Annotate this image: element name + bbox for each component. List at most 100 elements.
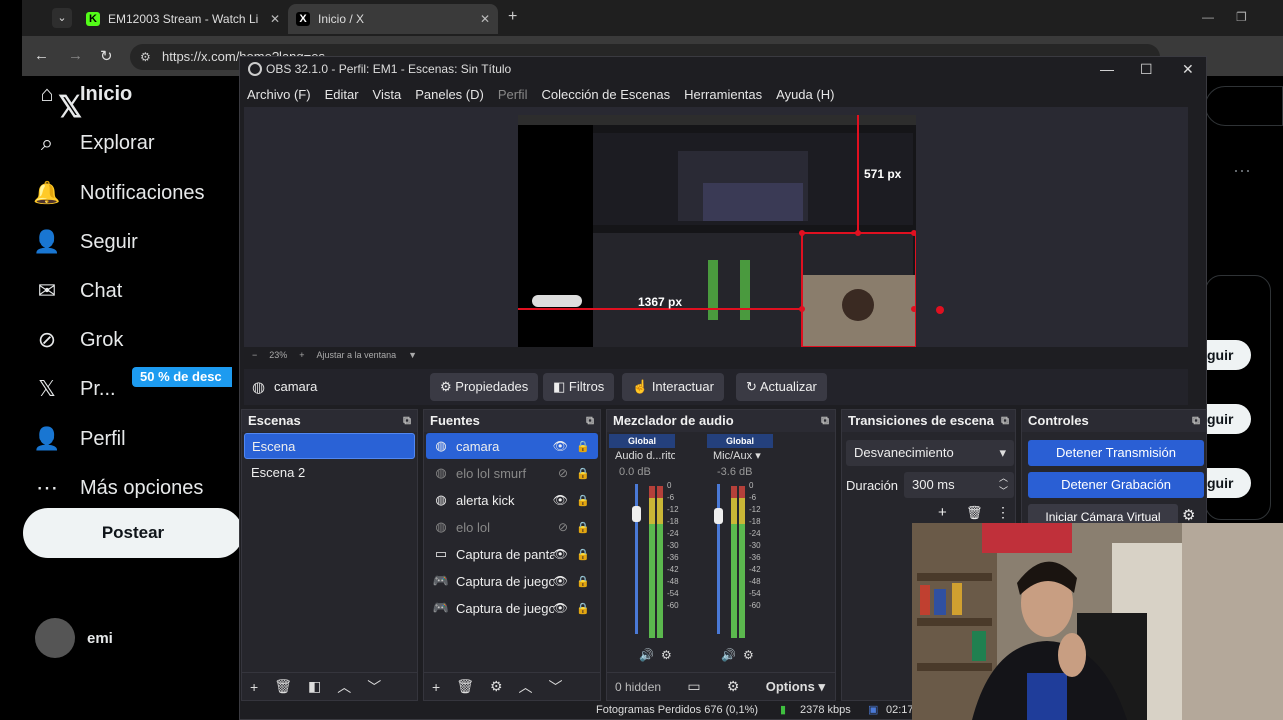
undock-icon[interactable]: ⧉ — [586, 410, 594, 432]
resize-handle[interactable] — [936, 306, 944, 314]
menu-paneles[interactable]: Paneles (D) — [415, 87, 484, 102]
undock-icon[interactable]: ⧉ — [1001, 410, 1009, 432]
preview-area[interactable]: 571 px 1367 px — [244, 107, 1188, 347]
menu-vista[interactable]: Vista — [373, 87, 402, 102]
menu-coleccion[interactable]: Colección de Escenas — [541, 87, 670, 102]
nav-item-2[interactable]: ⌕ Explorar — [34, 130, 155, 156]
add-icon[interactable]: + — [938, 504, 947, 521]
account-switcher[interactable]: emi — [35, 618, 113, 658]
nav-item-6[interactable]: ⊘ Grok — [34, 327, 124, 353]
mixer-settings-icon[interactable]: ⚙ — [743, 648, 754, 662]
follow-button[interactable]: guir — [1205, 468, 1251, 498]
volume-slider-track[interactable] — [717, 484, 720, 634]
move-down-icon[interactable]: ﹀ — [367, 677, 381, 697]
zoom-dropdown-icon[interactable]: ▼ — [408, 347, 417, 363]
search-box[interactable] — [1205, 86, 1283, 126]
source-item[interactable]: ▭ Captura de pantal 👁 🔒 — [426, 541, 598, 567]
filters-button[interactable]: ◧ Filtros — [543, 373, 615, 401]
mixer-settings-icon[interactable]: ⚙ — [661, 648, 672, 662]
add-icon[interactable]: + — [432, 679, 440, 695]
source-item[interactable]: 🎮 Captura de juego 👁 🔒 — [426, 595, 598, 621]
channel-name[interactable]: Mic/Aux ▾ — [707, 448, 773, 464]
premium-badge[interactable]: 50 % de desc — [132, 367, 232, 387]
post-button[interactable]: Postear — [23, 508, 243, 558]
tab-search-icon[interactable]: ⌄ — [52, 8, 72, 28]
eye-icon[interactable]: 👁 — [553, 601, 568, 615]
close-tab-icon[interactable]: ✕ — [270, 12, 280, 26]
eye-hidden-icon[interactable]: ⊘ — [558, 520, 568, 534]
transition-select[interactable]: Desvanecimiento ▾ — [846, 440, 1014, 466]
lock-icon[interactable]: 🔒 — [576, 548, 590, 561]
nav-item-7[interactable]: 𝕏 Pr... — [34, 376, 115, 402]
layout-icon[interactable]: ▭ — [687, 678, 700, 695]
eye-icon[interactable]: 👁 — [553, 493, 568, 507]
eye-icon[interactable]: 👁 — [553, 574, 568, 588]
add-icon[interactable]: + — [250, 679, 258, 695]
gear-icon[interactable]: ⚙ — [490, 678, 503, 695]
eye-icon[interactable]: 👁 — [553, 439, 568, 453]
lock-icon[interactable]: 🔒 — [576, 521, 590, 534]
undock-icon[interactable]: ⧉ — [1192, 410, 1200, 432]
speaker-icon[interactable]: 🔊 — [639, 648, 654, 662]
minimize-icon[interactable]: — — [1100, 57, 1114, 81]
minimize-icon[interactable]: — — [1202, 10, 1214, 24]
stop-stream-button[interactable]: Detener Transmisión — [1028, 440, 1204, 466]
lock-icon[interactable]: 🔒 — [576, 575, 590, 588]
filter-icon[interactable]: ◧ — [308, 678, 321, 695]
trash-icon[interactable]: 🗑 — [966, 505, 983, 521]
source-item[interactable]: 🎮 Captura de juego 2👁 🔒 — [426, 568, 598, 594]
hidden-count[interactable]: 0 hidden — [615, 680, 661, 694]
move-up-icon[interactable]: ︿ — [337, 677, 351, 697]
back-icon[interactable]: ← — [34, 47, 49, 64]
interact-button[interactable]: ☝ Interactuar — [622, 373, 724, 401]
move-up-icon[interactable]: ︿ — [519, 677, 533, 697]
source-item[interactable]: ◍ elo lol smurf ⊘ 🔒 — [426, 460, 598, 486]
advanced-audio-icon[interactable]: ⚙ — [727, 678, 740, 695]
eye-hidden-icon[interactable]: ⊘ — [558, 466, 568, 480]
forward-icon[interactable]: → — [68, 47, 83, 64]
scene-item[interactable]: Escena — [244, 433, 415, 459]
program-preview[interactable]: 571 px 1367 px — [518, 115, 916, 347]
menu-ayuda[interactable]: Ayuda (H) — [776, 87, 834, 102]
lock-icon[interactable]: 🔒 — [576, 440, 590, 453]
refresh-button[interactable]: ↻ Actualizar — [736, 373, 827, 401]
properties-button[interactable]: ⚙ Propiedades — [430, 373, 539, 401]
volume-slider-knob[interactable] — [632, 506, 641, 522]
stepper-icon[interactable]: ︿ ﹀ — [999, 472, 1008, 498]
nav-item-3[interactable]: 🔔 Notificaciones — [33, 180, 204, 206]
nav-item-9[interactable]: ⋯ Más opciones — [34, 475, 203, 501]
menu-editar[interactable]: Editar — [325, 87, 359, 102]
tab-stream[interactable]: K EM12003 Stream - Watch Live o ✕ — [78, 4, 288, 34]
restore-icon[interactable]: ❐ — [1236, 10, 1247, 24]
site-info-icon[interactable]: ⚙ — [140, 44, 151, 70]
channel-name[interactable]: Audio d...ritorio ▾ — [609, 448, 675, 464]
lock-icon[interactable]: 🔒 — [576, 494, 590, 507]
new-tab-icon[interactable]: + — [508, 8, 517, 26]
menu-herramientas[interactable]: Herramientas — [684, 87, 762, 102]
volume-slider-knob[interactable] — [714, 508, 723, 524]
tab-x-home[interactable]: X Inicio / X ✕ — [288, 4, 498, 34]
eye-icon[interactable]: 👁 — [553, 547, 568, 561]
speaker-icon[interactable]: 🔊 — [721, 648, 736, 662]
move-down-icon[interactable]: ﹀ — [549, 677, 563, 697]
maximize-icon[interactable]: ☐ — [1140, 57, 1153, 81]
lock-icon[interactable]: 🔒 — [576, 602, 590, 615]
source-item[interactable]: ◍ alerta kick 👁 🔒 — [426, 487, 598, 513]
nav-item-1[interactable]: ⌂ Inicio — [34, 81, 132, 107]
mixer-options[interactable]: Options ▾ — [766, 679, 825, 695]
nav-item-8[interactable]: 👤 Perfil — [33, 426, 125, 452]
more-icon[interactable]: ··· — [1233, 160, 1251, 181]
nav-item-4[interactable]: 👤 Seguir — [33, 229, 138, 255]
zoom-in-icon[interactable]: + — [299, 347, 304, 363]
trash-icon[interactable]: 🗑 — [274, 678, 292, 695]
stop-record-button[interactable]: Detener Grabación — [1028, 472, 1204, 498]
undock-icon[interactable]: ⧉ — [821, 410, 829, 432]
scene-item[interactable]: Escena 2 — [244, 460, 415, 486]
trash-icon[interactable]: 🗑 — [456, 678, 474, 695]
menu-archivo[interactable]: Archivo (F) — [247, 87, 311, 102]
reload-icon[interactable]: ↻ — [100, 47, 113, 65]
fit-window[interactable]: Ajustar a la ventana — [317, 347, 397, 363]
source-item[interactable]: ◍ elo lol ⊘ 🔒 — [426, 514, 598, 540]
nav-item-5[interactable]: ✉ Chat — [34, 278, 122, 304]
source-item[interactable]: ◍ camara 👁 🔒 — [426, 433, 598, 459]
